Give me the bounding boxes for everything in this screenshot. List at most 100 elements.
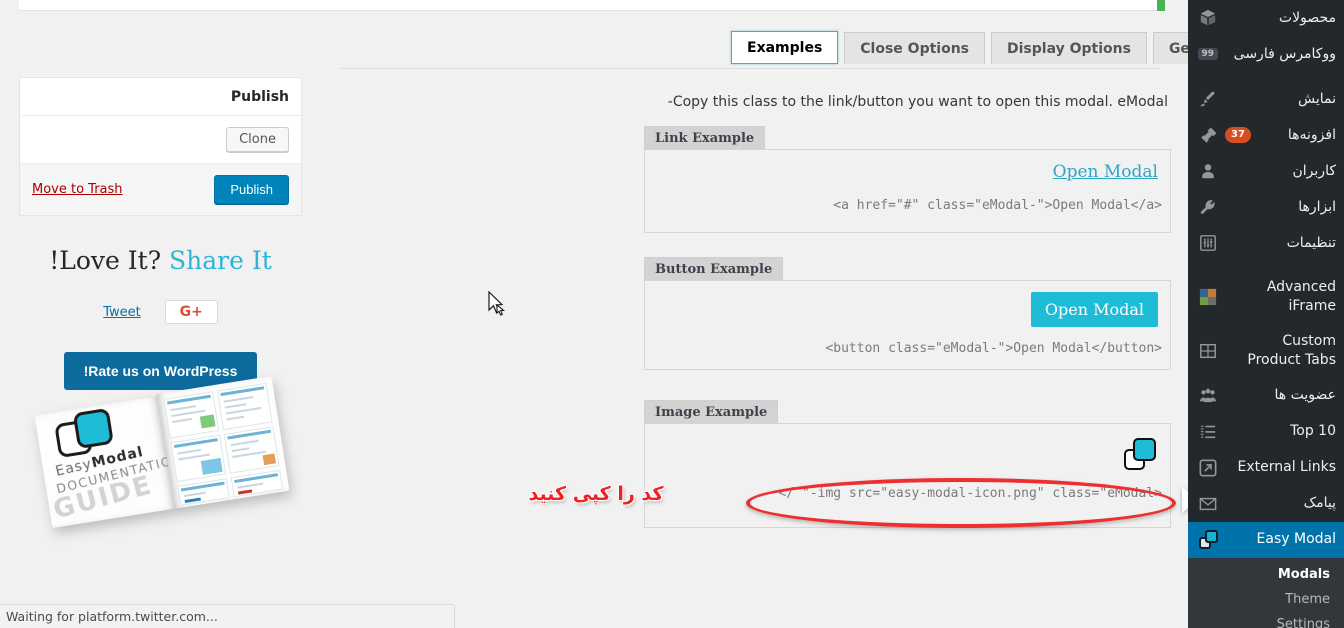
google-plus-button[interactable]: G+	[164, 300, 218, 324]
move-to-trash-link[interactable]: Move to Trash	[32, 182, 123, 197]
memberships-group-icon	[1198, 386, 1218, 406]
sidebar-item-label: پیامک	[1303, 495, 1336, 512]
tools-wrench-icon	[1198, 197, 1218, 217]
page-top-strip	[19, 0, 1165, 11]
google-plus-icon: G+	[179, 304, 203, 320]
settings-sliders-icon	[1198, 233, 1218, 253]
sidebar-item-sms[interactable]: پیامک	[1188, 486, 1344, 522]
mouse-cursor	[488, 291, 506, 316]
sidebar-item-label: Custom Product Tabs	[1247, 332, 1336, 368]
image-example-section: Image Example </ "-img src="easy-modal-i…	[644, 400, 1171, 528]
tab-examples[interactable]: Examples	[731, 31, 839, 64]
guide-thumb	[230, 469, 284, 498]
sidebar-separator	[1188, 261, 1344, 270]
documentation-guide-image[interactable]: EasyModal DOCUMENTATION GUIDE	[30, 375, 295, 529]
easy-modal-icon-front	[1133, 438, 1156, 461]
advanced-iframe-icon	[1198, 287, 1218, 307]
sidebar-item-users[interactable]: کاربران	[1188, 153, 1344, 189]
guide-thumb	[170, 434, 227, 483]
publish-metabox: Publish Clone Publish Move to Trash	[19, 77, 302, 216]
products-box-icon	[1198, 8, 1218, 28]
button-example-body: Open Modal <button class="eModal-">Open …	[644, 280, 1171, 370]
link-example-section: Link Example Open Modal <a href="#" clas…	[644, 126, 1171, 233]
sidebar-item-tools[interactable]: ابزارها	[1188, 189, 1344, 225]
sidebar-item-label: تنظیمات	[1286, 234, 1336, 251]
guide-right-page	[156, 375, 290, 509]
tweet-button[interactable]: Tweet	[103, 305, 141, 320]
image-example-legend: Image Example	[644, 400, 779, 423]
wp-admin-sidebar: محصولات 99 ووکامرس فارسی نمایش 37 افزونه…	[1188, 0, 1344, 628]
tabs-underline	[340, 68, 1160, 69]
sidebar-item-label: Advanced iFrame	[1266, 279, 1336, 314]
link-example-legend: Link Example	[644, 126, 766, 149]
share-buttons-row: Tweet G+	[19, 300, 302, 324]
sidebar-item-settings[interactable]: تنظیمات	[1188, 225, 1344, 261]
submenu-item-settings[interactable]: Settings	[1188, 612, 1344, 628]
submenu-item-theme[interactable]: Theme	[1188, 587, 1344, 612]
guide-thumb	[216, 382, 273, 431]
plugins-plug-icon	[1198, 125, 1218, 145]
publish-metabox-title: Publish	[20, 78, 301, 116]
guide-booklet: EasyModal DOCUMENTATION GUIDE	[34, 375, 290, 530]
settings-tabs: Examples Close Options Display Options G…	[731, 31, 1247, 64]
sidebar-item-easy-modal[interactable]: Easy Modal	[1188, 521, 1344, 558]
easy-modal-icon	[1198, 529, 1218, 550]
sidebar-separator	[1188, 72, 1344, 81]
link-example-body: Open Modal <a href="#" class="eModal-">O…	[644, 149, 1171, 233]
sidebar-item-label: ابزارها	[1298, 198, 1336, 215]
annotation-text: کد را کپی کنید	[528, 483, 664, 505]
button-example-code[interactable]: <button class="eModal-">Open Modal</butt…	[645, 341, 1170, 356]
button-example-legend: Button Example	[644, 257, 784, 280]
sidebar-item-external-links[interactable]: External Links	[1188, 450, 1344, 486]
share-title: !Love It? Share It	[19, 246, 302, 275]
sidebar-item-label: External Links	[1237, 459, 1337, 476]
image-example-body: </ "-img src="easy-modal-icon.png" class…	[644, 423, 1171, 528]
status-bar-text: Waiting for platform.twitter.com...	[6, 609, 218, 624]
sidebar-item-label: افزونه‌ها	[1287, 126, 1336, 143]
plugins-update-badge: 37	[1225, 127, 1251, 143]
guide-thumb	[223, 426, 280, 474]
open-modal-link-preview[interactable]: Open Modal	[1053, 162, 1158, 182]
clone-button[interactable]: Clone	[226, 127, 289, 152]
sidebar-item-appearance[interactable]: نمایش	[1188, 81, 1344, 117]
sidebar-item-memberships[interactable]: عضویت ها	[1188, 378, 1344, 414]
users-person-icon	[1198, 161, 1218, 181]
browser-status-bar: Waiting for platform.twitter.com...	[0, 604, 455, 628]
easy-modal-submenu: Modals Theme Settings Add Ons	[1188, 557, 1344, 628]
app-root: Publish Clone Publish Move to Trash !Lov…	[0, 0, 1344, 628]
sidebar-item-label: محصولات	[1278, 9, 1336, 26]
external-links-arrow-icon	[1198, 458, 1218, 478]
sidebar-item-label: نمایش	[1297, 90, 1336, 107]
guide-left-page: EasyModal DOCUMENTATION GUIDE	[34, 396, 184, 529]
sidebar-item-plugins[interactable]: 37 افزونه‌ها	[1188, 117, 1344, 153]
button-example-section: Button Example Open Modal <button class=…	[644, 257, 1171, 370]
image-example-code[interactable]: </ "-img src="easy-modal-icon.png" class…	[645, 486, 1170, 501]
sms-envelope-icon	[1198, 494, 1218, 514]
top10-list-icon	[1198, 422, 1218, 442]
publish-button[interactable]: Publish	[214, 175, 289, 204]
sidebar-item-products[interactable]: محصولات	[1188, 0, 1344, 36]
tab-display-options[interactable]: Display Options	[991, 32, 1147, 64]
appearance-brush-icon	[1198, 89, 1218, 109]
sidebar-item-custom-product-tabs[interactable]: Custom Product Tabs	[1188, 324, 1344, 378]
tab-close-options[interactable]: Close Options	[844, 32, 986, 64]
share-metabox: !Love It? Share It Tweet G+ !Rate us on …	[19, 246, 302, 390]
link-example-code[interactable]: <a href="#" class="eModal-">Open Modal</…	[645, 198, 1170, 213]
publish-metabox-actions: Clone	[20, 116, 301, 164]
woocommerce-count-badge: 99	[1198, 47, 1218, 61]
share-title-accent: Share It	[169, 246, 272, 275]
easy-modal-icon[interactable]	[1124, 438, 1156, 470]
open-modal-button-preview[interactable]: Open Modal	[1030, 292, 1158, 327]
custom-product-tabs-icon	[1198, 341, 1218, 361]
guide-thumb	[177, 478, 230, 506]
sidebar-item-label: عضویت ها	[1274, 387, 1336, 404]
progress-indicator	[1157, 0, 1165, 11]
sidebar-item-top10[interactable]: Top 10	[1188, 414, 1344, 450]
sidebar-item-advanced-iframe[interactable]: Advanced iFrame	[1188, 270, 1344, 324]
easy-modal-logo-front-square	[72, 407, 114, 450]
copy-class-note: -Copy this class to the link/button you …	[667, 94, 1168, 110]
sidebar-item-woocommerce-farsi[interactable]: 99 ووکامرس فارسی	[1188, 36, 1344, 72]
sidebar-item-label: Easy Modal	[1256, 531, 1336, 548]
submenu-item-modals[interactable]: Modals	[1188, 562, 1344, 587]
woocommerce-icon: 99	[1198, 44, 1218, 64]
